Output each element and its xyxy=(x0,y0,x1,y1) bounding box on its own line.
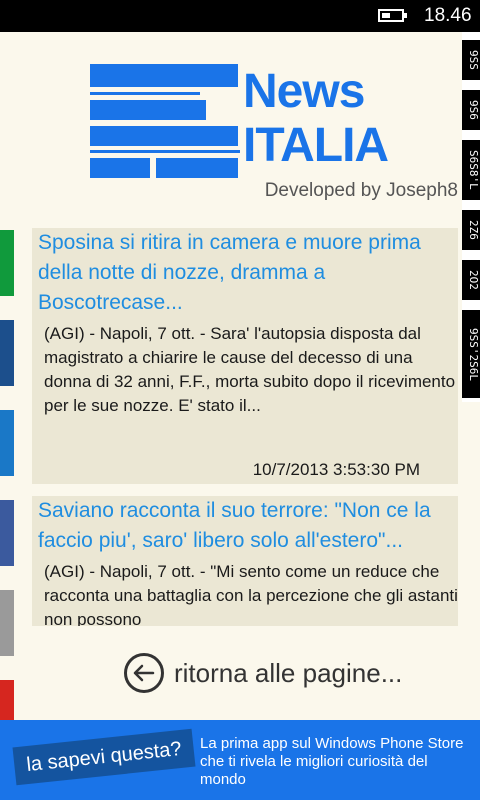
status-clock: 18.46 xyxy=(424,5,472,26)
source-strip-gray[interactable] xyxy=(0,590,14,656)
news-title[interactable]: Sposina si ritira in camera e muore prim… xyxy=(38,228,458,318)
status-bar: 18.46 xyxy=(0,0,480,32)
ticker-item: 9S6 xyxy=(462,90,480,130)
back-arrow-icon[interactable] xyxy=(124,653,164,693)
ticker-item: S6S8'L xyxy=(462,140,480,200)
source-strip-blue[interactable] xyxy=(0,410,14,476)
source-strip-red[interactable] xyxy=(0,680,14,720)
battery-icon xyxy=(378,9,407,22)
ticker-item: 2Z6 xyxy=(462,210,480,250)
source-strip-green[interactable] xyxy=(0,230,14,296)
news-title[interactable]: Saviano racconta il suo terrore: "Non ce… xyxy=(38,496,458,556)
ticker-item: 9SS'2S6L xyxy=(462,310,480,398)
ticker-item: 2O2 xyxy=(462,260,480,300)
news-card[interactable]: Saviano racconta il suo terrore: "Non ce… xyxy=(32,496,458,626)
ad-text[interactable]: La prima app sul Windows Phone Store che… xyxy=(200,735,472,789)
logo-news-text: News xyxy=(243,65,365,118)
source-strip-navy[interactable] xyxy=(0,320,14,386)
source-strip-indigo[interactable] xyxy=(0,500,14,566)
vertical-ticker: 9SS 9S6 S6S8'L 2Z6 2O2 9SS'2S6L xyxy=(462,32,480,402)
back-label[interactable]: ritorna alle pagine... xyxy=(174,658,402,689)
news-card[interactable]: Sposina si ritira in camera e muore prim… xyxy=(32,228,458,484)
back-to-pages-button[interactable]: ritorna alle pagine... xyxy=(124,650,402,696)
ticker-item: 9SS xyxy=(462,40,480,80)
developer-credit: Developed by Joseph8 xyxy=(264,180,458,201)
app-logo: News ITALIA xyxy=(88,64,389,178)
logo-italia-text: ITALIA xyxy=(243,119,389,172)
news-description: (AGI) - Napoli, 7 ott. - "Mi sento come … xyxy=(44,562,458,626)
news-date: 10/7/2013 3:53:30 PM xyxy=(252,460,420,479)
news-description: (AGI) - Napoli, 7 ott. - Sara' l'autopsi… xyxy=(44,324,456,415)
